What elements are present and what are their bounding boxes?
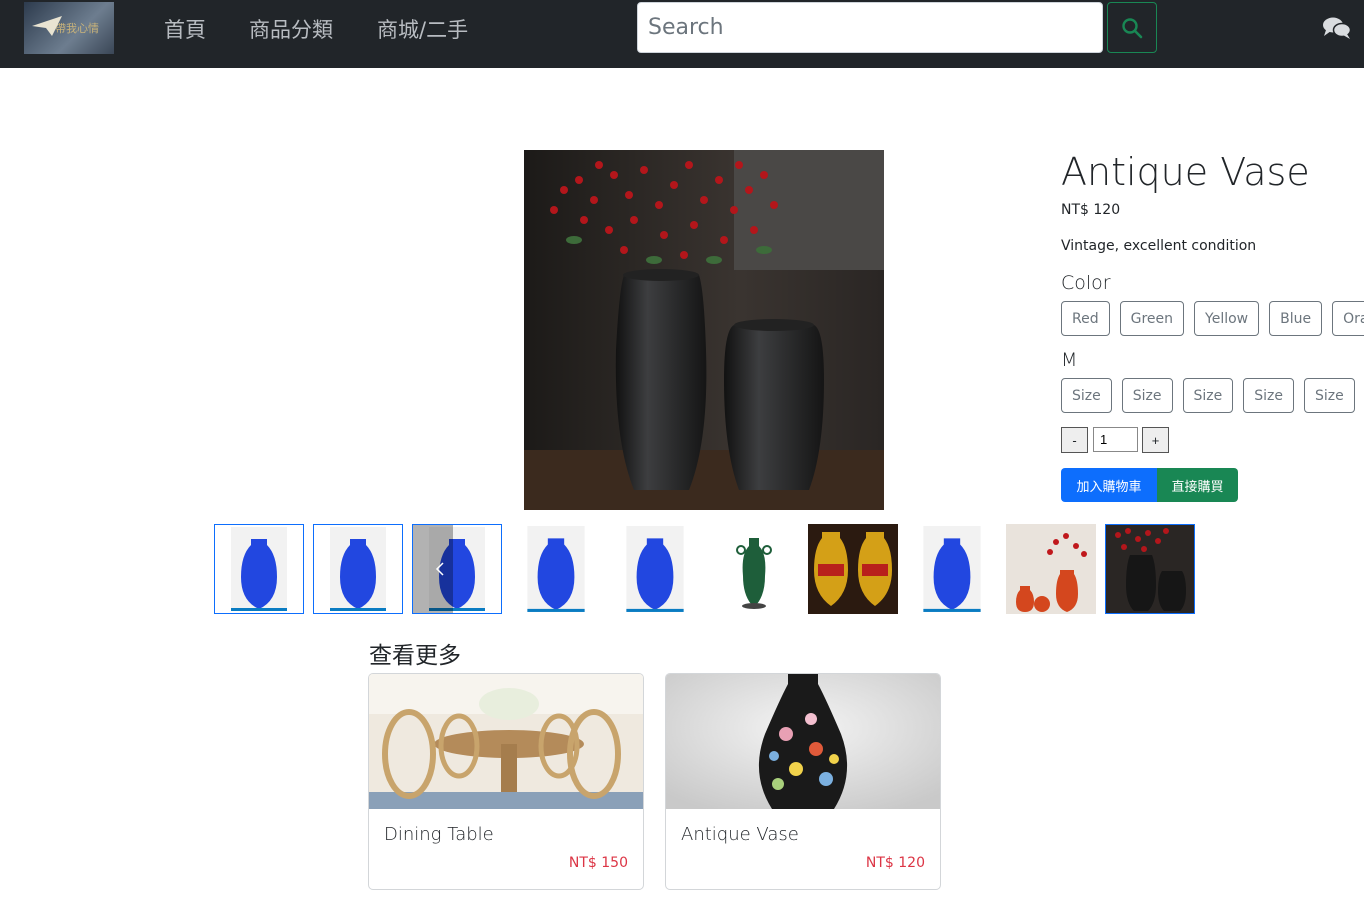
thumbnail-blue-vase[interactable] [511,524,601,614]
size-option[interactable]: Size [1061,378,1112,413]
add-to-cart-button[interactable]: 加入購物車 [1061,468,1157,502]
product-card-name: Dining Table [384,824,494,845]
product-card[interactable]: Antique Vase NT$ 120 [665,673,941,890]
thumbnail-orange-vases[interactable] [1006,524,1096,614]
size-options: Size Size Size Size Size [1061,378,1355,413]
product-card-price: NT$ 120 [865,855,925,871]
buy-now-button[interactable]: 直接購買 [1157,468,1238,502]
size-option[interactable]: Size [1182,378,1234,413]
size-option[interactable]: Size [1243,378,1294,413]
color-option-blue[interactable]: Blue [1269,301,1323,336]
thumbnail-blue-vase[interactable] [412,524,502,614]
product-title: Antique Vase [1061,150,1310,194]
thumbnail-black-vases[interactable] [1105,524,1195,614]
product-main-image [524,150,884,510]
quantity-decrement-button[interactable]: - [1061,427,1088,453]
nav-item-home[interactable]: 首頁 [164,14,206,44]
color-option-red[interactable]: Red [1061,301,1110,336]
quantity-input[interactable] [1093,427,1138,452]
product-card[interactable]: Dining Table NT$ 150 [368,673,644,890]
brand-logo[interactable]: 帶我心情 [24,2,114,54]
color-options: Red Green Yellow Blue Ora [1061,301,1364,336]
thumbnail-blue-vase[interactable] [907,524,997,614]
paper-plane-icon [32,16,62,36]
product-card-name: Antique Vase [681,824,799,845]
color-label: Color [1061,272,1111,294]
thumbnail-green-vase[interactable] [709,524,799,614]
product-card-image [369,674,643,809]
nav-item-shop-secondhand[interactable]: 商城/二手 [377,14,468,44]
thumbnail-gold-vases[interactable] [808,524,898,614]
search-icon [1122,17,1143,38]
product-price: NT$ 120 [1061,202,1121,218]
search-input[interactable] [637,2,1103,53]
size-option[interactable]: Size [1304,378,1355,413]
color-option-yellow[interactable]: Yellow [1194,301,1260,336]
nav-item-categories[interactable]: 商品分類 [249,14,333,44]
quantity-increment-button[interactable]: + [1142,427,1169,453]
chat-icon [1323,17,1352,39]
product-card-price: NT$ 150 [568,855,628,871]
color-option-orange[interactable]: Ora [1332,301,1364,336]
product-card-image [666,674,940,809]
navbar: 帶我心情 首頁 商品分類 商城/二手 [0,0,1364,68]
size-option[interactable]: Size [1121,378,1173,413]
see-more-heading: 查看更多 [369,643,461,669]
chat-button[interactable] [1322,16,1352,45]
thumbnail-blue-vase[interactable] [610,524,700,614]
search-button[interactable] [1107,2,1157,53]
thumbnail-blue-vase[interactable] [313,524,403,614]
thumbnail-blue-vase[interactable] [214,524,304,614]
size-label: M [1061,349,1078,371]
product-description: Vintage, excellent condition [1061,238,1257,254]
color-option-green[interactable]: Green [1119,301,1185,336]
